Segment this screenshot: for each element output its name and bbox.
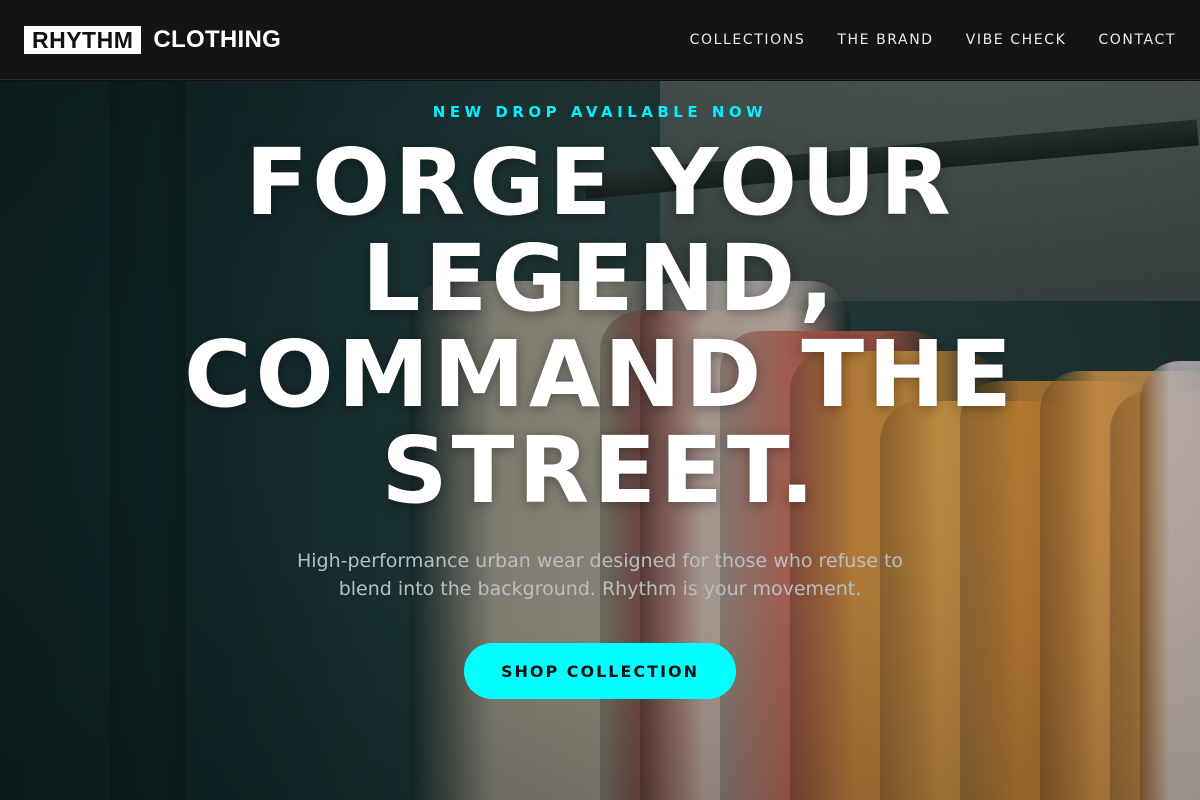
hero-headline: FORGE YOUR LEGEND, COMMAND THE STREET. [183,129,1017,524]
nav-the-brand[interactable]: THE BRAND [837,32,933,48]
hero-eyebrow: NEW DROP AVAILABLE NOW [432,103,768,121]
main-nav: COLLECTIONS THE BRAND VIBE CHECK CONTACT [690,32,1176,48]
hero-content: NEW DROP AVAILABLE NOW FORGE YOUR LEGEND… [0,81,1200,800]
nav-contact[interactable]: CONTACT [1098,32,1176,48]
site-header: RHYTHM CLOTHING COLLECTIONS THE BRAND VI… [0,0,1200,80]
nav-collections[interactable]: COLLECTIONS [690,32,806,48]
nav-vibe-check[interactable]: VIBE CHECK [966,32,1067,48]
hero-subtext: High-performance urban wear designed for… [296,550,904,600]
brand-logo[interactable]: RHYTHM CLOTHING [24,25,282,54]
logo-badge: RHYTHM [24,25,142,54]
logo-text: CLOTHING [153,25,282,53]
shop-collection-button[interactable]: SHOP COLLECTION [464,643,736,699]
